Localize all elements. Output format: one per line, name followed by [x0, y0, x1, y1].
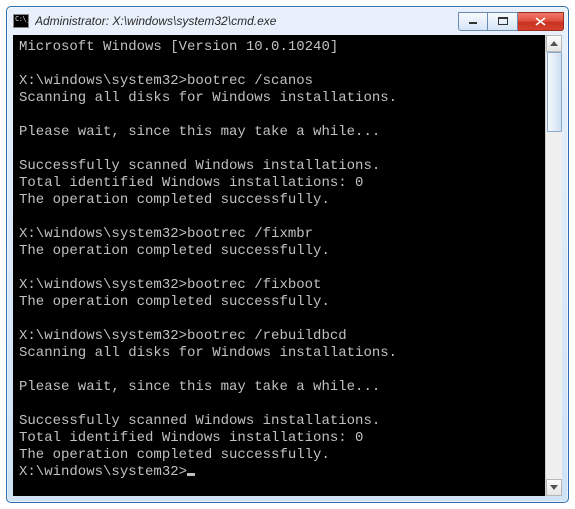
terminal-output[interactable]: Microsoft Windows [Version 10.0.10240] X…	[13, 35, 545, 496]
minimize-button[interactable]	[458, 12, 488, 31]
client-area: Microsoft Windows [Version 10.0.10240] X…	[13, 35, 562, 496]
scroll-down-button[interactable]	[546, 479, 562, 496]
chevron-down-icon	[550, 485, 558, 490]
titlebar[interactable]: Administrator: X:\windows\system32\cmd.e…	[7, 7, 568, 35]
minimize-icon	[468, 17, 478, 25]
cmd-icon	[13, 14, 29, 28]
chevron-up-icon	[550, 41, 558, 46]
maximize-icon	[498, 17, 508, 25]
maximize-button[interactable]	[488, 12, 518, 31]
window-title: Administrator: X:\windows\system32\cmd.e…	[35, 14, 452, 28]
window-controls	[458, 12, 564, 31]
close-icon	[535, 17, 546, 26]
scroll-up-button[interactable]	[546, 35, 562, 52]
vertical-scrollbar[interactable]	[545, 35, 562, 496]
cmd-window: Administrator: X:\windows\system32\cmd.e…	[6, 6, 569, 503]
scroll-thumb[interactable]	[547, 52, 562, 132]
text-cursor	[187, 473, 195, 476]
close-button[interactable]	[518, 12, 564, 31]
current-prompt[interactable]: X:\windows\system32>	[19, 464, 187, 480]
